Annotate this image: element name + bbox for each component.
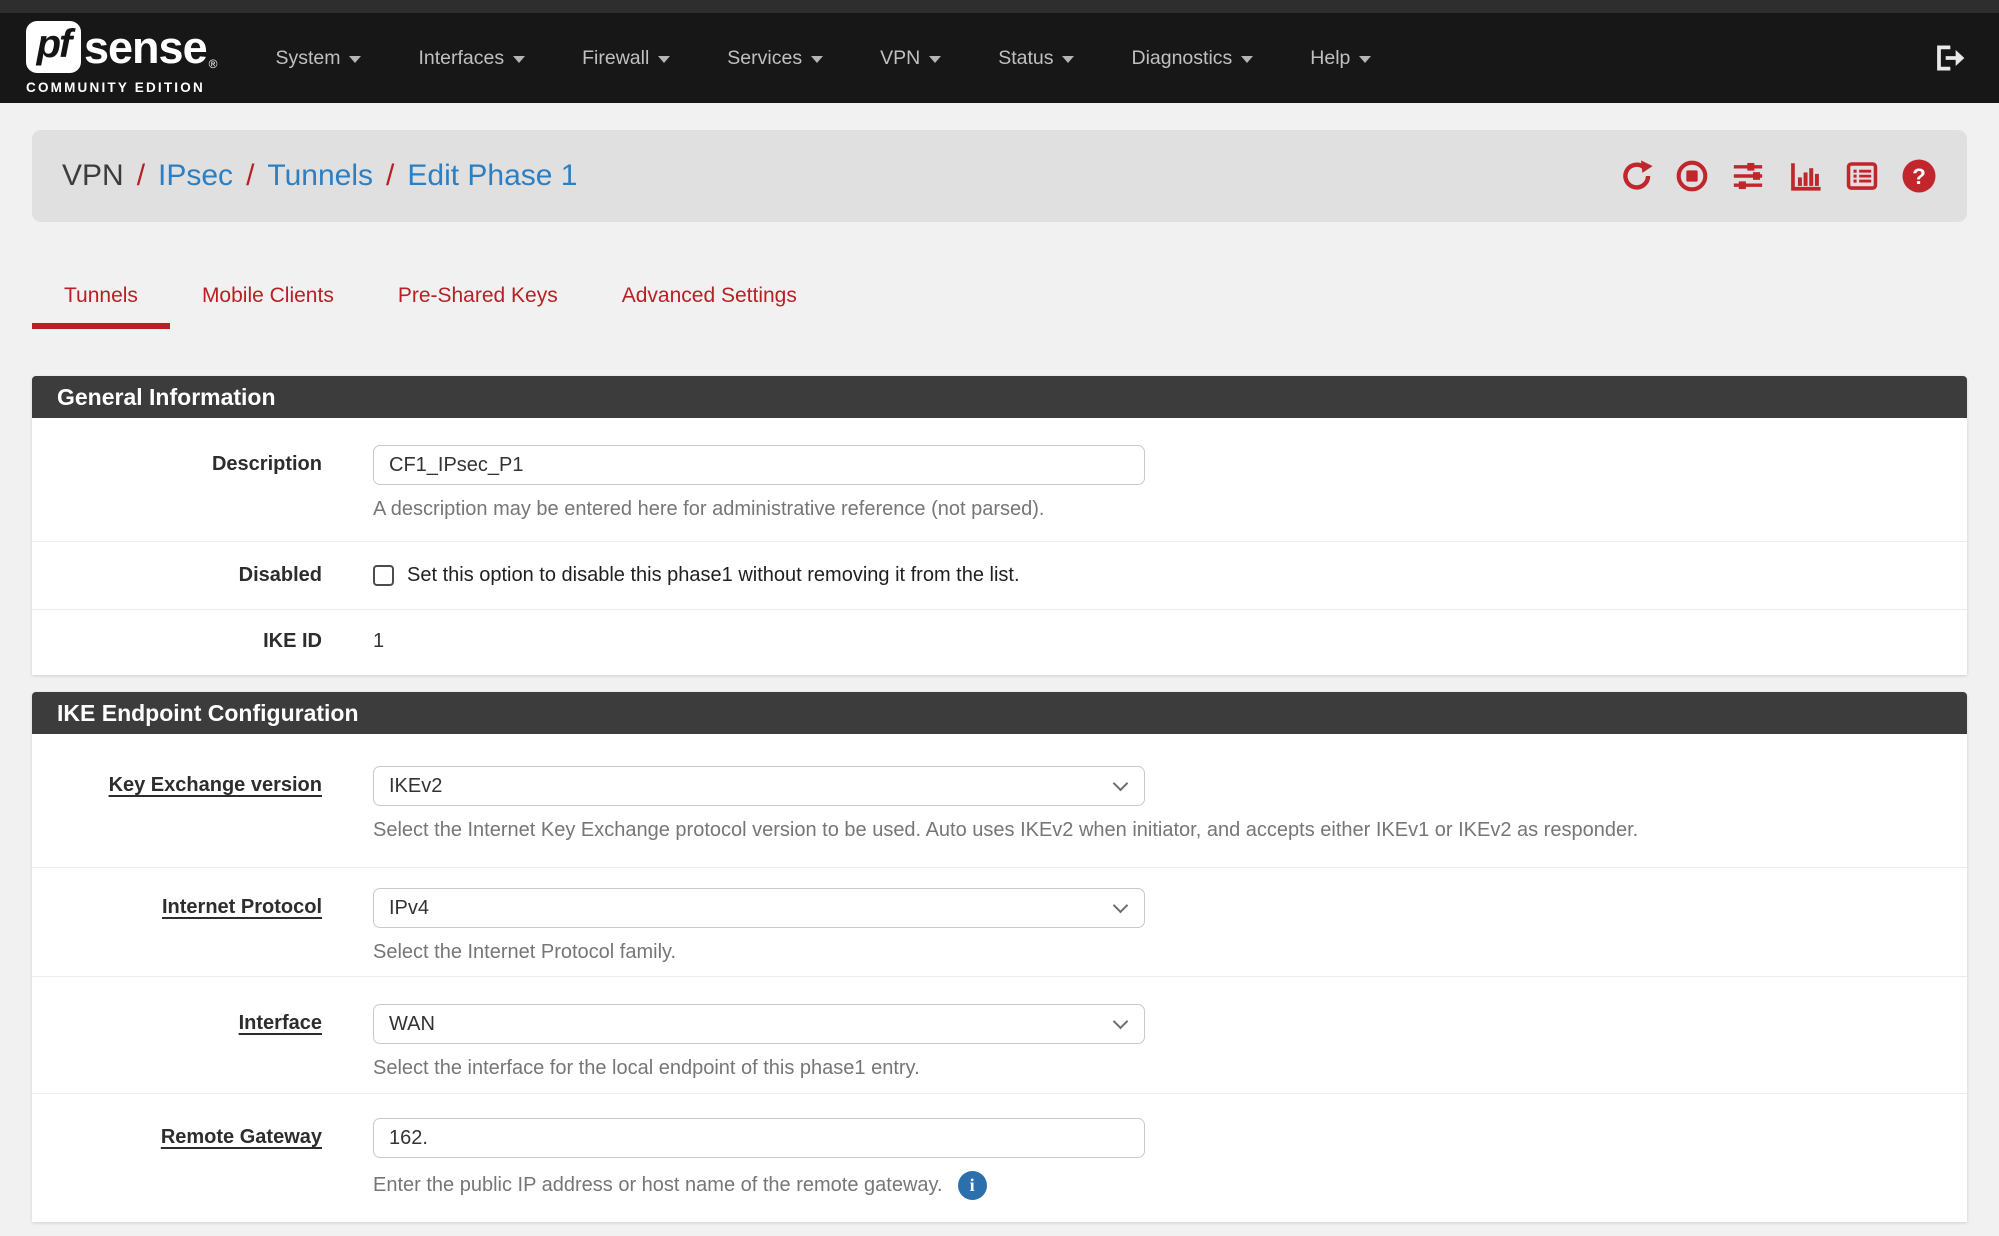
tab-advanced-settings[interactable]: Advanced Settings	[590, 270, 829, 329]
description-input[interactable]	[373, 445, 1145, 485]
chevron-down-icon	[658, 56, 670, 63]
sign-out-icon	[1933, 42, 1965, 74]
key-exchange-version-label: Key Exchange version	[32, 766, 322, 842]
refresh-button[interactable]	[1620, 159, 1654, 193]
bar-chart-icon	[1787, 159, 1823, 193]
chevron-down-icon	[811, 56, 823, 63]
interface-row: Interface WAN Select the interface for t…	[32, 977, 1967, 1094]
breadcrumb-actions: ?	[1620, 158, 1937, 194]
interface-help: Select the interface for the local endpo…	[373, 1057, 1967, 1080]
panel-title: General Information	[32, 376, 1967, 418]
chevron-down-icon	[1359, 56, 1371, 63]
ike-id-row: IKE ID 1	[32, 610, 1967, 675]
description-label: Description	[32, 445, 322, 521]
internet-protocol-row: Internet Protocol IPv4 Select the Intern…	[32, 868, 1967, 977]
tab-pre-shared-keys[interactable]: Pre-Shared Keys	[366, 270, 590, 329]
chevron-down-icon	[1062, 56, 1074, 63]
brand-subtitle: COMMUNITY EDITION	[26, 80, 217, 95]
menu-item-help[interactable]: Help	[1310, 47, 1371, 70]
chevron-down-icon	[1113, 775, 1129, 791]
ike-id-label: IKE ID	[32, 630, 322, 653]
remote-gateway-help: Enter the public IP address or host name…	[373, 1174, 943, 1197]
panel-title: IKE Endpoint Configuration	[32, 692, 1967, 734]
disabled-row: Disabled Set this option to disable this…	[32, 542, 1967, 610]
status-graph-button[interactable]	[1787, 159, 1823, 193]
logout-button[interactable]	[1933, 42, 1965, 74]
key-exchange-version-row: Key Exchange version IKEv2 Select the In…	[32, 734, 1967, 868]
pfsense-logo[interactable]: pf sense ® COMMUNITY EDITION	[26, 21, 217, 95]
internet-protocol-select[interactable]: IPv4	[373, 888, 1145, 928]
page-help-button[interactable]: ?	[1901, 158, 1937, 194]
description-row: Description A description may be entered…	[32, 418, 1967, 542]
registered-mark: ®	[209, 57, 218, 71]
breadcrumb-link-tunnels[interactable]: Tunnels	[267, 159, 373, 193]
menu-item-vpn[interactable]: VPN	[880, 47, 941, 70]
top-strip	[0, 0, 1999, 13]
main-menu: System Interfaces Firewall Services VPN …	[275, 47, 1933, 70]
slash-separator: /	[386, 159, 394, 193]
tab-bar: Tunnels Mobile Clients Pre-Shared Keys A…	[32, 270, 1967, 329]
menu-item-diagnostics[interactable]: Diagnostics	[1131, 47, 1253, 70]
menu-item-status[interactable]: Status	[998, 47, 1074, 70]
refresh-icon	[1620, 159, 1654, 193]
internet-protocol-label: Internet Protocol	[32, 888, 322, 964]
menu-item-services[interactable]: Services	[727, 47, 823, 70]
svg-text:?: ?	[1912, 164, 1926, 189]
menu-item-interfaces[interactable]: Interfaces	[418, 47, 525, 70]
slash-separator: /	[246, 159, 254, 193]
menu-item-firewall[interactable]: Firewall	[582, 47, 670, 70]
chevron-down-icon	[1113, 1013, 1129, 1029]
navbar: pf sense ® COMMUNITY EDITION System Inte…	[0, 13, 1999, 103]
disabled-checkbox[interactable]	[373, 565, 394, 586]
breadcrumb-link-ipsec[interactable]: IPsec	[158, 159, 233, 193]
help-icon: ?	[1901, 158, 1937, 194]
tab-tunnels[interactable]: Tunnels	[32, 270, 170, 329]
chevron-down-icon	[929, 56, 941, 63]
info-icon[interactable]: i	[958, 1171, 987, 1200]
interface-select[interactable]: WAN	[373, 1004, 1145, 1044]
chevron-down-icon	[1241, 56, 1253, 63]
key-exchange-version-help: Select the Internet Key Exchange protoco…	[373, 819, 1967, 842]
stop-icon	[1675, 159, 1709, 193]
breadcrumb-root: VPN	[62, 159, 124, 193]
remote-gateway-row: Remote Gateway Enter the public IP addre…	[32, 1094, 1967, 1222]
disabled-checkbox-label: Set this option to disable this phase1 w…	[407, 564, 1020, 587]
chevron-down-icon	[349, 56, 361, 63]
internet-protocol-help: Select the Internet Protocol family.	[373, 941, 1967, 964]
breadcrumb-link-edit-phase-1[interactable]: Edit Phase 1	[407, 159, 577, 193]
key-exchange-version-select[interactable]: IKEv2	[373, 766, 1145, 806]
remote-gateway-label: Remote Gateway	[32, 1118, 322, 1200]
chevron-down-icon	[1113, 897, 1129, 913]
slash-separator: /	[137, 159, 145, 193]
sliders-button[interactable]	[1730, 159, 1766, 193]
brand-sense-text: sense	[84, 25, 207, 70]
list-icon	[1844, 159, 1880, 193]
interface-label: Interface	[32, 1004, 322, 1080]
log-view-button[interactable]	[1844, 159, 1880, 193]
description-help: A description may be entered here for ad…	[373, 498, 1967, 521]
pf-logo-box: pf	[26, 21, 81, 73]
sliders-icon	[1730, 159, 1766, 193]
tab-mobile-clients[interactable]: Mobile Clients	[170, 270, 366, 329]
breadcrumb: VPN / IPsec / Tunnels / Edit Phase 1	[32, 130, 1967, 222]
menu-item-system[interactable]: System	[275, 47, 361, 70]
disabled-label: Disabled	[32, 564, 322, 587]
remote-gateway-input[interactable]	[373, 1118, 1145, 1158]
ike-id-value: 1	[373, 630, 1967, 653]
section-ike-endpoint-configuration: IKE Endpoint Configuration Key Exchange …	[32, 692, 1967, 1222]
section-general-information: General Information Description A descri…	[32, 376, 1967, 675]
stop-button[interactable]	[1675, 159, 1709, 193]
chevron-down-icon	[513, 56, 525, 63]
